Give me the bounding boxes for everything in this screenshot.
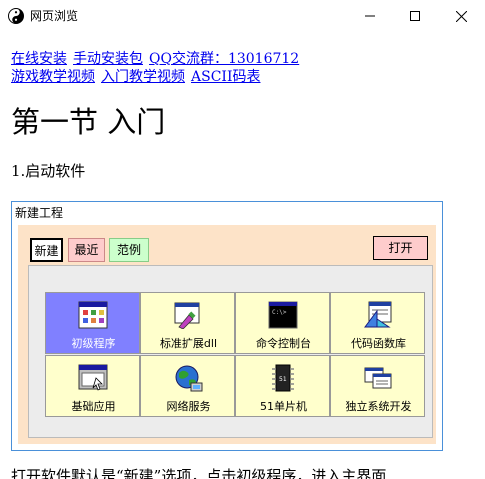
program-grid-icon <box>78 301 108 329</box>
open-button[interactable]: 打开 <box>373 236 428 260</box>
dll-window-icon <box>174 302 200 329</box>
tile-network-service[interactable]: 网络服务 <box>140 355 235 417</box>
link-intro-videos[interactable]: 入门教学视频 <box>101 69 185 85</box>
tile-label: 代码函数库 <box>351 337 406 350</box>
minimize-button[interactable] <box>347 0 393 32</box>
page-content: 在线安装 手动安装包 QQ交流群：13016712 游戏教学视频 入门教学视频 ASCI… <box>0 32 485 479</box>
tile-system-dev[interactable]: 独立系统开发 <box>330 355 425 417</box>
tab-recent[interactable]: 最近 <box>68 238 105 262</box>
step-label: 1.启动软件 <box>11 162 86 180</box>
new-project-dialog: 新建工程 新建 最近 范例 打开 初级程序 标准扩展dll C:\> 命令控制台… <box>11 201 443 451</box>
system-dev-icon <box>364 367 392 389</box>
tile-label: 51单片机 <box>260 400 307 413</box>
tile-code-library[interactable]: 代码函数库 <box>330 292 425 354</box>
svg-text:51: 51 <box>279 376 287 383</box>
console-icon: C:\> <box>268 301 298 329</box>
maximize-button[interactable] <box>392 0 438 32</box>
tile-label: 独立系统开发 <box>345 400 412 413</box>
title-bar: 网页浏览 <box>0 0 485 32</box>
minimize-icon <box>365 15 375 17</box>
link-game-videos[interactable]: 游戏教学视频 <box>11 69 95 85</box>
link-qq-group[interactable]: QQ交流群：13016712 <box>149 51 299 67</box>
tile-label: 命令控制台 <box>256 337 311 350</box>
network-globe-icon <box>175 365 203 392</box>
basic-app-icon <box>78 364 108 391</box>
description-text: 打开软件默认是“新建”选项，点击初级程序，进入主界面 <box>11 467 387 479</box>
link-ascii-table[interactable]: ASCII码表 <box>191 69 260 85</box>
tile-standard-dll[interactable]: 标准扩展dll <box>140 292 235 354</box>
dialog-panel: 新建 最近 范例 打开 初级程序 标准扩展dll C:\> 命令控制台 代码函数… <box>18 225 436 444</box>
template-grid: 初级程序 标准扩展dll C:\> 命令控制台 代码函数库 基础应用 网络服务 … <box>28 265 433 438</box>
tile-51-mcu[interactable]: 51 51单片机 <box>235 355 330 417</box>
maximize-icon <box>410 11 420 21</box>
svg-text:C:\>: C:\> <box>272 309 287 316</box>
tab-new[interactable]: 新建 <box>30 238 63 262</box>
link-manual-package[interactable]: 手动安装包 <box>73 51 143 67</box>
tab-examples[interactable]: 范例 <box>109 238 149 262</box>
tile-label: 网络服务 <box>166 400 211 413</box>
link-online-install[interactable]: 在线安装 <box>11 51 67 67</box>
tile-basic-app[interactable]: 基础应用 <box>45 355 140 417</box>
tile-label: 标准扩展dll <box>159 337 218 350</box>
close-icon <box>455 10 467 22</box>
tile-label: 初级程序 <box>71 337 116 350</box>
window-title: 网页浏览 <box>30 9 79 23</box>
close-button[interactable] <box>438 0 484 32</box>
yin-yang-icon <box>8 8 24 24</box>
code-library-icon <box>364 301 392 328</box>
tile-label: 基础应用 <box>71 400 116 413</box>
page-title: 第一节 入门 <box>11 105 166 139</box>
dialog-title: 新建工程 <box>15 206 64 220</box>
link-bar: 在线安装 手动安装包 QQ交流群：13016712 游戏教学视频 入门教学视频 ASCI… <box>11 50 305 86</box>
tile-basic-program[interactable]: 初级程序 <box>45 292 140 354</box>
chip-icon: 51 <box>272 364 294 392</box>
tile-console[interactable]: C:\> 命令控制台 <box>235 292 330 354</box>
